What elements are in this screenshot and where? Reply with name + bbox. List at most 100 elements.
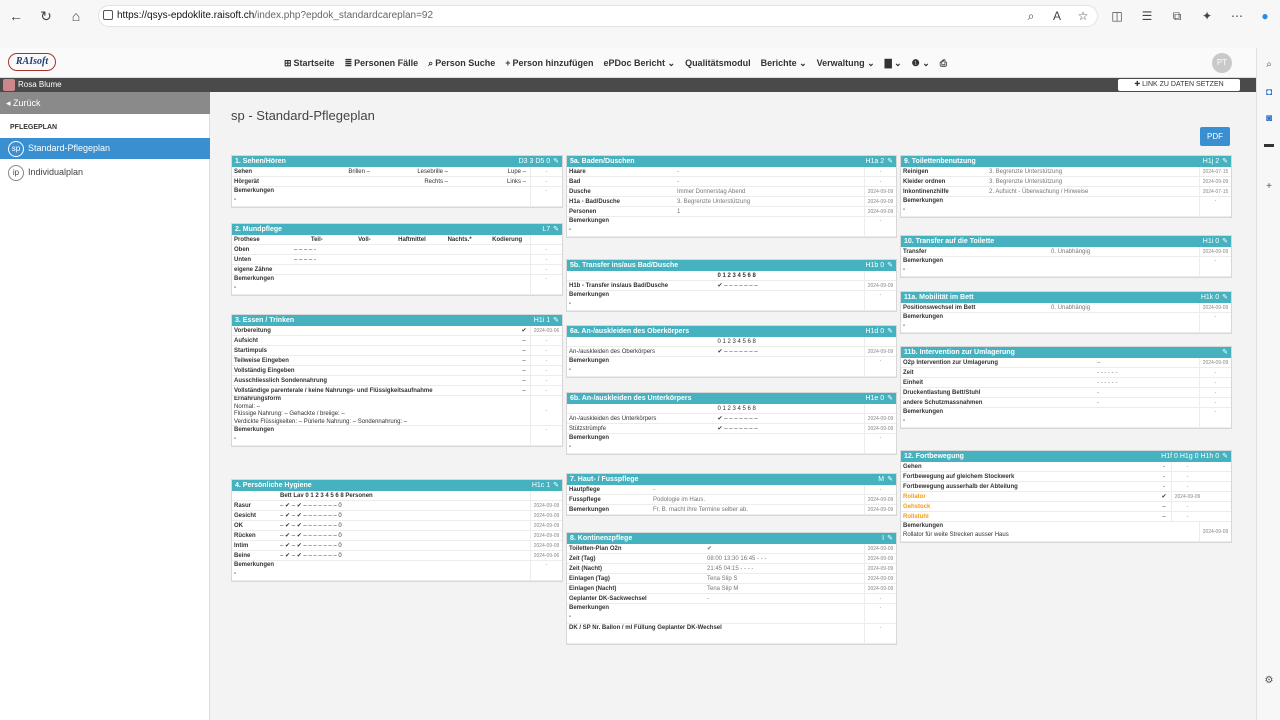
search-icon[interactable]: ⌕ bbox=[1260, 56, 1278, 74]
card-header[interactable]: 5a. Baden/Duschen H1a 2 ✎ bbox=[567, 156, 896, 167]
edit-pencil-icon[interactable]: ✎ bbox=[887, 474, 893, 485]
row-mark: – bbox=[522, 338, 526, 344]
row-value: – – – – - bbox=[294, 247, 317, 253]
edit-pencil-icon[interactable]: ✎ bbox=[1222, 451, 1228, 462]
split-screen-icon[interactable]: ◫ bbox=[1106, 5, 1128, 27]
card-codes: H1k 0 bbox=[1200, 294, 1220, 301]
card-title: 11b. Intervention zur Umlagerung bbox=[904, 349, 1015, 356]
row-label: andere Schutzmassnahmen bbox=[903, 400, 983, 406]
menu-item[interactable]: Berichte ⌄ bbox=[761, 58, 807, 69]
pdf-button[interactable]: PDF bbox=[1200, 127, 1230, 146]
menu-item[interactable]: ⊞ Startseite bbox=[284, 58, 335, 69]
home-icon[interactable]: ⌂ bbox=[66, 6, 86, 26]
menu-item[interactable]: ▇ ⌄ bbox=[885, 58, 902, 69]
edit-pencil-icon[interactable]: ✎ bbox=[1222, 236, 1228, 247]
card-header[interactable]: 8. Kontinenzpflege I ✎ bbox=[567, 533, 896, 544]
table-row: Teilweise Eingeben – - bbox=[232, 356, 562, 366]
row-value: - bbox=[1163, 474, 1165, 480]
card-header[interactable]: 12. Fortbewegung H1f 0 H1g 0 H1h 0 ✎ bbox=[901, 451, 1231, 462]
link-data-button[interactable]: ✚ LINK ZU DATEN SETZEN bbox=[1118, 79, 1240, 91]
row-label: Bemerkungen - bbox=[901, 257, 1199, 276]
table-row: Vollständige parenterale / keine Nahrung… bbox=[232, 386, 562, 396]
table-row: Einheit - - - - - - - bbox=[901, 378, 1231, 388]
card-haut-fusspflege: 7. Haut- / Fusspflege M ✎ Hautpflege - - Fuss… bbox=[566, 473, 897, 516]
edit-pencil-icon[interactable]: ✎ bbox=[887, 156, 893, 167]
row-label: Bemerkungen - bbox=[232, 275, 530, 294]
card-header[interactable]: 4. Persönliche Hygiene H1c 1 ✎ bbox=[232, 480, 562, 491]
menu-item[interactable]: Verwaltung ⌄ bbox=[817, 58, 875, 69]
add-icon[interactable]: + bbox=[1260, 178, 1278, 196]
raisoft-logo[interactable]: RAIsoft bbox=[8, 53, 56, 71]
row-value: – bbox=[1162, 504, 1166, 510]
card-header[interactable]: 1. Sehen/Hören D3 3 D5 0 ✎ bbox=[232, 156, 562, 167]
edit-pencil-icon[interactable]: ✎ bbox=[887, 326, 893, 337]
collections-icon[interactable]: ⧉ bbox=[1166, 5, 1188, 27]
card-header[interactable]: 9. Toilettenbenutzung H1j 2 ✎ bbox=[901, 156, 1231, 167]
favorites-icon[interactable]: ☰ bbox=[1136, 5, 1158, 27]
card-header[interactable]: 5b. Transfer ins/aus Bad/Dusche H1b 0 ✎ bbox=[567, 260, 896, 271]
refresh-icon[interactable]: ↻ bbox=[36, 6, 56, 26]
extensions-icon[interactable]: ✦ bbox=[1196, 5, 1218, 27]
row-date: - bbox=[530, 336, 562, 345]
row-label: Intim bbox=[234, 543, 249, 549]
edit-pencil-icon[interactable]: ✎ bbox=[1222, 347, 1228, 358]
row-label bbox=[232, 491, 278, 500]
row-date: 2024-09-09 bbox=[1199, 358, 1231, 367]
card-header[interactable]: 6a. An-/auskleiden des Oberkörpers H1d 0 ✎ bbox=[567, 326, 896, 337]
edit-pencil-icon[interactable]: ✎ bbox=[1222, 292, 1228, 303]
menu-item-icon: ≣ bbox=[344, 57, 353, 68]
edit-pencil-icon[interactable]: ✎ bbox=[1222, 156, 1228, 167]
edit-pencil-icon[interactable]: ✎ bbox=[887, 260, 893, 271]
menu-item[interactable]: Qualitätsmodul bbox=[685, 58, 751, 68]
address-bar[interactable]: https://qsys-epdoklite.raisoft.ch/index.… bbox=[98, 5, 1098, 27]
sidebar-item-individualplan[interactable]: ip Individualplan bbox=[0, 162, 210, 183]
edit-pencil-icon[interactable]: ✎ bbox=[553, 480, 559, 491]
card-header[interactable]: 10. Transfer auf die Toilette H1i 0 ✎ bbox=[901, 236, 1231, 247]
outlook-icon[interactable]: ◘ bbox=[1260, 84, 1278, 102]
settings-gear-icon[interactable]: ⚙ bbox=[1260, 672, 1278, 690]
table-row: Startimpuls – - bbox=[232, 346, 562, 356]
read-aloud-icon[interactable]: A bbox=[1046, 5, 1068, 27]
table-row: Zeit (Tag) 08:00 13:30 16:45 - - - 2024-09… bbox=[567, 554, 896, 564]
card-header[interactable]: 11a. Mobilität im Bett H1k 0 ✎ bbox=[901, 292, 1231, 303]
table-row: Rasur – ✔ – ✔ – – – – – – – 0 2024-09-09 bbox=[232, 501, 562, 511]
back-arrow-icon[interactable]: ← bbox=[6, 6, 26, 26]
menu-item[interactable]: ⎙ bbox=[940, 58, 947, 69]
row-label: Bemerkungen bbox=[569, 507, 610, 513]
row-value: 1 bbox=[677, 209, 681, 215]
edit-pencil-icon[interactable]: ✎ bbox=[553, 315, 559, 326]
card-header[interactable]: 2. Mundpflege L7 ✎ bbox=[232, 224, 562, 235]
menu-item[interactable]: ≣ Personen Fälle bbox=[345, 58, 419, 69]
user-avatar[interactable]: PT bbox=[1212, 53, 1232, 73]
row-value: Tena Slip M bbox=[707, 586, 739, 592]
lock-icon bbox=[103, 10, 113, 20]
search-icon[interactable]: ⌕ bbox=[1020, 5, 1042, 27]
more-icon[interactable]: ⋯ bbox=[1226, 5, 1248, 27]
edit-pencil-icon[interactable]: ✎ bbox=[553, 156, 559, 167]
back-button[interactable]: ◂ Zurück bbox=[0, 92, 210, 114]
card-title: 11a. Mobilität im Bett bbox=[904, 294, 974, 301]
teams-icon[interactable]: ◙ bbox=[1260, 110, 1278, 128]
edit-pencil-icon[interactable]: ✎ bbox=[887, 533, 893, 544]
row-value: ✔ – – – – – – – bbox=[717, 349, 758, 355]
copilot-icon[interactable]: ● bbox=[1254, 5, 1276, 27]
table-row: Rücken – ✔ – ✔ – – – – – – – 0 2024-09-09 bbox=[232, 531, 562, 541]
panel-icon[interactable]: ▬ bbox=[1260, 136, 1278, 154]
card-header[interactable]: 6b. An-/auskleiden des Unterkörpers H1e 0… bbox=[567, 393, 896, 404]
menu-item[interactable]: ⌕ Person Suche bbox=[428, 58, 495, 69]
menu-item[interactable]: ePDoc Bericht ⌄ bbox=[604, 58, 676, 69]
favorite-star-icon[interactable]: ☆ bbox=[1072, 5, 1094, 27]
row-label: Sehen bbox=[234, 169, 253, 175]
card-header[interactable]: 7. Haut- / Fusspflege M ✎ bbox=[567, 474, 896, 485]
row-label: Rasur bbox=[234, 503, 252, 509]
patient-bar: Rosa Blume ✚ LINK ZU DATEN SETZEN bbox=[0, 78, 1256, 92]
row-date: 2024-09-06 bbox=[530, 551, 562, 560]
card-header[interactable]: 3. Essen / Trinken H1i 1 ✎ bbox=[232, 315, 562, 326]
card-header[interactable]: 11b. Intervention zur Umlagerung ✎ bbox=[901, 347, 1231, 358]
menu-item[interactable]: ❶ ⌄ bbox=[912, 58, 930, 69]
sidebar-item-standard-pflegeplan[interactable]: sp Standard-Pflegeplan bbox=[0, 138, 210, 159]
menu-item[interactable]: + Person hinzufügen bbox=[505, 58, 593, 68]
edit-pencil-icon[interactable]: ✎ bbox=[553, 224, 559, 235]
edit-pencil-icon[interactable]: ✎ bbox=[887, 393, 893, 404]
table-row: Beine – ✔ – ✔ – – – – – – – 0 2024-09-06 bbox=[232, 551, 562, 561]
